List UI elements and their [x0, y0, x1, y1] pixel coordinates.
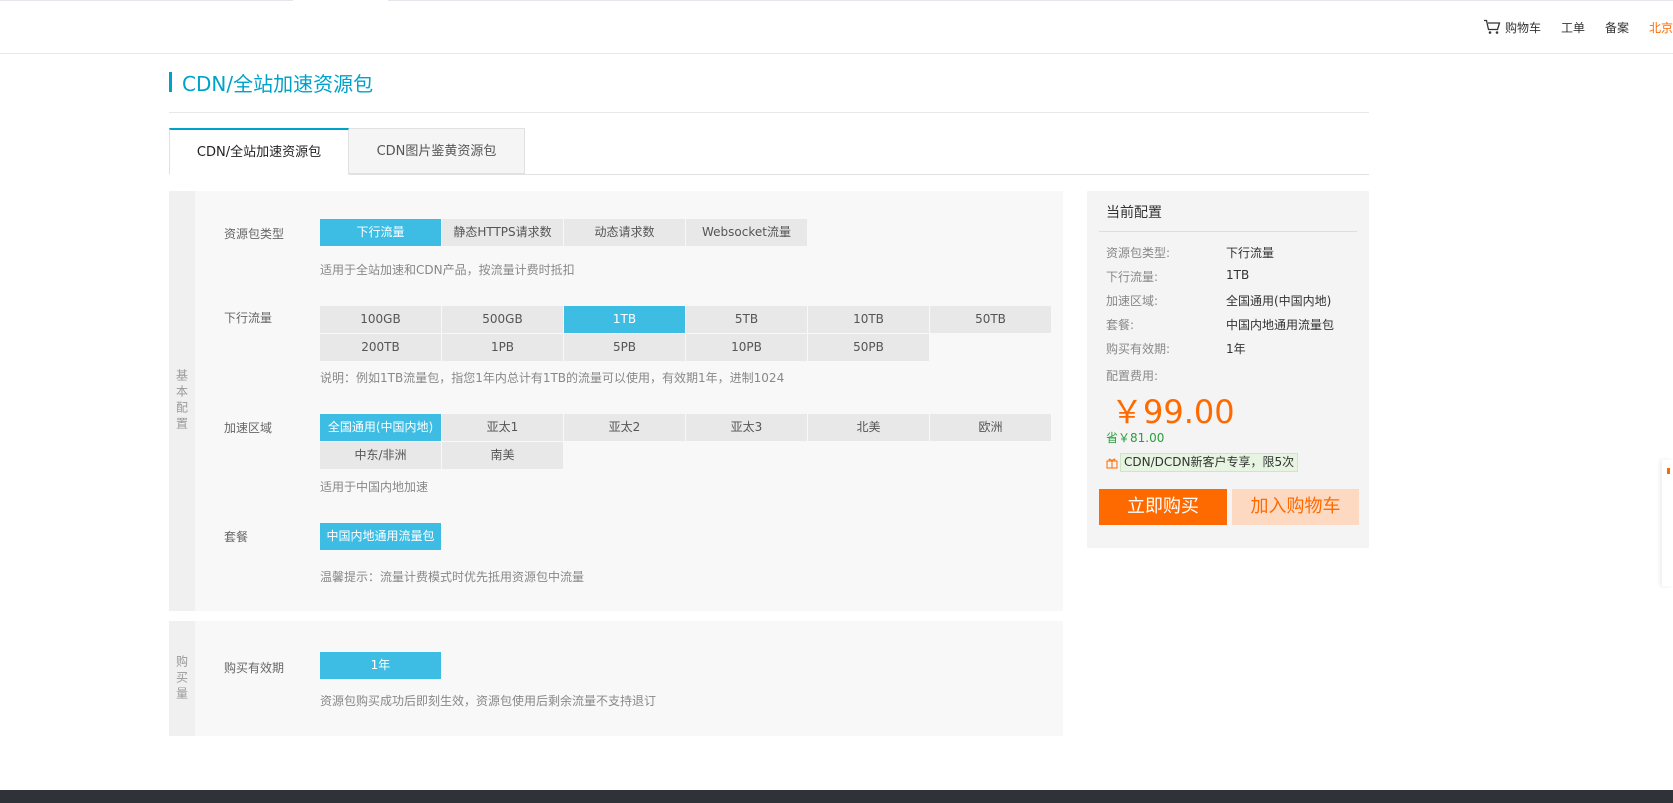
ticket-link[interactable]: 工单 [1561, 19, 1585, 36]
traffic-option[interactable]: 10TB [808, 306, 929, 333]
plan-options: 中国内地通用流量包 [320, 523, 1051, 550]
promo-text: CDN/DCDN新客户专享，限5次 [1120, 453, 1299, 472]
tab-image-moderation-package[interactable]: CDN图片鉴黄资源包 [349, 128, 525, 174]
add-to-cart-button[interactable]: 加入购物车 [1232, 489, 1359, 525]
package-type-label: 资源包类型 [224, 227, 285, 241]
basic-config-side-label: 基本配置 [169, 191, 195, 611]
price-amount: ￥99.00 [1111, 393, 1235, 431]
summary-key: 加速区域: [1106, 294, 1159, 308]
top-nav: 购物车 工单 备案 北京 [1483, 17, 1673, 37]
region-option[interactable]: 亚太1 [442, 414, 563, 441]
traffic-option[interactable]: 1TB [564, 306, 685, 333]
package-type-hint: 适用于全站加速和CDN产品，按流量计费时抵扣 [320, 263, 575, 277]
summary-key: 购买有效期: [1106, 342, 1171, 356]
purchase-side-text: 购买量 [174, 654, 189, 703]
region-option[interactable]: 亚太2 [564, 414, 685, 441]
product-tabs: CDN/全站加速资源包 CDN图片鉴黄资源包 [169, 128, 1369, 175]
period-label: 购买有效期 [224, 661, 285, 675]
traffic-option[interactable]: 50TB [930, 306, 1051, 333]
traffic-option[interactable]: 200TB [320, 334, 441, 361]
period-options: 1年 [320, 652, 1051, 679]
top-divider-line [0, 0, 1673, 1]
filing-link[interactable]: 备案 [1605, 19, 1629, 36]
region-options: 全国通用(中国内地) 亚太1 亚太2 亚太3 北美 欧洲 中东/非洲 南美 [320, 414, 1051, 469]
package-type-options: 下行流量 静态HTTPS请求数 动态请求数 Websocket流量 [320, 219, 1051, 246]
basic-config-side-text: 基本配置 [174, 369, 189, 433]
plan-label: 套餐 [224, 530, 249, 544]
gift-icon [1106, 458, 1118, 468]
package-type-option[interactable]: 动态请求数 [564, 219, 685, 246]
title-accent-bar [169, 72, 172, 92]
cart-link[interactable]: 购物车 [1483, 19, 1541, 36]
traffic-option[interactable]: 50PB [808, 334, 929, 361]
summary-key: 资源包类型: [1106, 246, 1171, 260]
traffic-label: 下行流量 [224, 311, 273, 325]
top-active-indicator [293, 0, 388, 2]
region-option[interactable]: 全国通用(中国内地) [320, 414, 441, 441]
traffic-option[interactable]: 10PB [686, 334, 807, 361]
summary-value: 下行流量 [1226, 246, 1275, 260]
plan-option[interactable]: 中国内地通用流量包 [320, 523, 441, 550]
traffic-option[interactable]: 5TB [686, 306, 807, 333]
traffic-hint: 说明：例如1TB流量包，指您1年内总计有1TB的流量可以使用，有效期1年，进制1… [320, 371, 785, 385]
period-option[interactable]: 1年 [320, 652, 441, 679]
summary-key: 套餐: [1106, 318, 1135, 332]
title-divider [169, 112, 1369, 113]
summary-value: 全国通用(中国内地) [1226, 294, 1332, 308]
cart-label: 购物车 [1504, 20, 1541, 35]
traffic-options: 100GB 500GB 1TB 5TB 10TB 50TB 200TB 1PB … [320, 306, 1051, 361]
region-hint: 适用于中国内地加速 [320, 480, 429, 494]
traffic-option[interactable]: 5PB [564, 334, 685, 361]
current-config-summary: 当前配置 资源包类型: 下行流量 下行流量: 1TB 加速区域: 全国通用(中国… [1087, 191, 1369, 548]
region-option[interactable]: 亚太3 [686, 414, 807, 441]
basic-config-panel: 基本配置 资源包类型 下行流量 静态HTTPS请求数 动态请求数 Websock… [169, 191, 1063, 611]
region-option[interactable]: 欧洲 [930, 414, 1051, 441]
footer-bar [0, 790, 1673, 803]
region-option[interactable]: 中东/非洲 [320, 442, 441, 469]
region-option[interactable]: 北美 [808, 414, 929, 441]
summary-key: 下行流量: [1106, 270, 1159, 284]
page-title: CDN/全站加速资源包 [169, 70, 374, 96]
fee-label: 配置费用: [1106, 369, 1159, 383]
summary-title: 当前配置 [1106, 205, 1162, 221]
region-selector[interactable]: 北京 [1649, 19, 1673, 36]
cart-icon [1483, 19, 1501, 34]
package-type-option[interactable]: 静态HTTPS请求数 [442, 219, 563, 246]
region-option[interactable]: 南美 [442, 442, 563, 469]
summary-value: 中国内地通用流量包 [1226, 318, 1335, 332]
summary-value: 1年 [1226, 342, 1246, 356]
summary-divider [1099, 231, 1357, 232]
savings-amount: 省￥81.00 [1106, 431, 1165, 445]
top-bar: 购物车 工单 备案 北京 [0, 0, 1673, 54]
purchase-panel: 购买量 购买有效期 1年 资源包购买成功后即刻生效，资源包使用后剩余流量不支持退… [169, 621, 1063, 736]
page-title-text: CDN/全站加速资源包 [182, 71, 374, 96]
tab-cdn-package[interactable]: CDN/全站加速资源包 [169, 128, 349, 175]
floating-widget-marker [1667, 468, 1670, 474]
traffic-option[interactable]: 100GB [320, 306, 441, 333]
traffic-option[interactable]: 500GB [442, 306, 563, 333]
purchase-side-label: 购买量 [169, 621, 195, 736]
package-type-option[interactable]: Websocket流量 [686, 219, 807, 246]
floating-side-widget[interactable] [1662, 460, 1673, 586]
summary-value: 1TB [1226, 268, 1250, 282]
period-hint: 资源包购买成功后即刻生效，资源包使用后剩余流量不支持退订 [320, 694, 657, 708]
buy-now-button[interactable]: 立即购买 [1099, 489, 1227, 525]
plan-hint: 温馨提示：流量计费模式时优先抵用资源包中流量 [320, 570, 585, 584]
traffic-option[interactable]: 1PB [442, 334, 563, 361]
package-type-option[interactable]: 下行流量 [320, 219, 441, 246]
region-label: 加速区域 [224, 421, 273, 435]
promo-badge: CDN/DCDN新客户专享，限5次 [1106, 453, 1299, 472]
